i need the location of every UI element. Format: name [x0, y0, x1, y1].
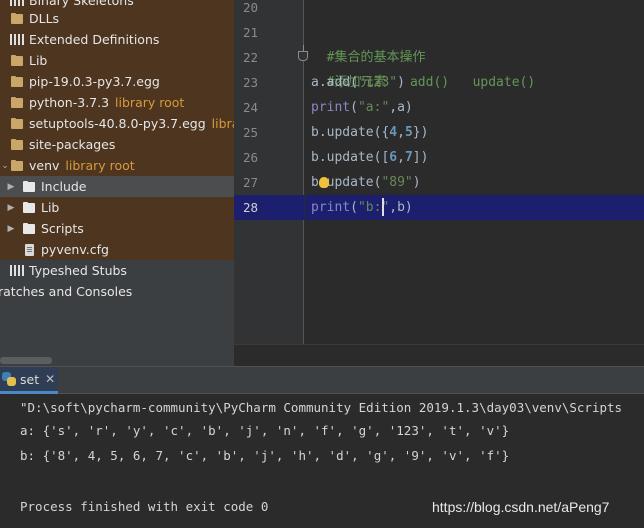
folder-icon [10, 138, 25, 151]
chevron-right-icon[interactable]: ▶ [6, 224, 16, 234]
folder-icon [10, 117, 25, 130]
tree-item-venv-lib[interactable]: ▶ Lib [0, 197, 234, 218]
close-icon[interactable]: ✕ [45, 372, 55, 386]
python-icon [2, 372, 16, 386]
tree-item-python-373[interactable]: python-3.7.3 library root [0, 92, 234, 113]
text-caret [382, 198, 384, 216]
number-literal: 4 [389, 125, 398, 140]
editor-bottom-strip [234, 344, 644, 366]
line-number: 22 [242, 50, 258, 65]
tree-item-pip-egg[interactable]: pip-19.0.3-py3.7.egg [0, 71, 234, 92]
code-line-23[interactable]: a.add("123") [311, 70, 405, 95]
tree-item-site-packages[interactable]: site-packages [0, 134, 234, 155]
project-tree: Binary Skeletons DLLs Extended Definitio… [0, 0, 234, 366]
library-root-tag: library r [211, 116, 234, 131]
folder-icon [10, 75, 25, 88]
code-line-28[interactable]: print("b:",b) [311, 195, 413, 220]
code-line-21[interactable]: #集合的基本操作 [311, 20, 426, 65]
builtin-print: print [311, 200, 351, 215]
tree-item-venv[interactable]: ⌄ venv library root [0, 155, 234, 176]
number-literal: 6 [389, 150, 398, 165]
code-line-25[interactable]: b.update({4,5}) [311, 120, 428, 145]
library-icon [10, 265, 25, 276]
string-literal: "89" [381, 175, 413, 190]
console-line: b: {'8', 4, 5, 6, 7, 'c', 'b', 'j', 'h',… [20, 448, 510, 463]
tree-item-include[interactable]: ▶ Include [0, 176, 234, 197]
library-root-tag: library root [65, 158, 135, 173]
line-number: 20 [242, 0, 258, 15]
code-line-22[interactable]: #添加元素 add() update() [311, 45, 536, 90]
library-icon [10, 34, 25, 45]
string-literal: "123" [357, 75, 398, 90]
line-number: 24 [242, 100, 258, 115]
tree-item-dlls[interactable]: DLLs [0, 8, 234, 29]
tree-item-typeshed-stubs[interactable]: Typeshed Stubs [0, 260, 234, 281]
line-number: 25 [242, 125, 258, 140]
tree-item-pyvenv-cfg[interactable]: pyvenv.cfg [0, 239, 234, 260]
number-literal: 5 [404, 125, 413, 140]
run-tool-window-header: set ✕ [0, 366, 644, 394]
console-line: a: {'s', 'r', 'y', 'c', 'b', 'j', 'n', '… [20, 423, 510, 438]
console-line: "D:\soft\pycharm-community\PyCharm Commu… [20, 400, 623, 415]
code-line-24[interactable]: print("a:",a) [311, 95, 413, 120]
library-root-tag: library root [115, 95, 185, 110]
line-number: 26 [242, 150, 258, 165]
library-icon [10, 0, 25, 6]
run-tab-label: set [20, 371, 40, 387]
fold-marker-icon[interactable] [298, 45, 308, 61]
folder-icon [10, 159, 25, 172]
folder-icon [22, 222, 37, 235]
folder-icon [10, 54, 25, 67]
tree-item-setuptools-egg[interactable]: setuptools-40.8.0-py3.7.egg library r [0, 113, 234, 134]
lightbulb-icon[interactable] [319, 177, 329, 188]
folder-icon [22, 201, 37, 214]
chevron-right-icon[interactable]: ▶ [6, 182, 16, 192]
string-literal: "a:" [357, 100, 390, 115]
folder-icon [22, 180, 37, 193]
file-icon [22, 243, 37, 256]
tree-scrollbar[interactable] [0, 357, 52, 364]
folder-icon [10, 96, 25, 109]
tree-item-scratches-consoles[interactable]: ratches and Consoles [0, 281, 232, 302]
line-number: 27 [242, 175, 258, 190]
console-line: Process finished with exit code 0 [20, 499, 269, 514]
tree-item-extended-definitions[interactable]: Extended Definitions [0, 29, 234, 50]
run-tab-set[interactable]: set ✕ [0, 367, 58, 394]
chevron-right-icon[interactable]: ▶ [6, 203, 16, 213]
line-number-current: 28 [242, 200, 258, 215]
line-number: 21 [242, 25, 258, 40]
tree-item-lib[interactable]: Lib [0, 50, 234, 71]
builtin-print: print [311, 100, 351, 115]
watermark: https://blog.csdn.net/aPeng7 [432, 499, 610, 515]
line-number: 23 [242, 75, 258, 90]
code-line-26[interactable]: b.update([6,7]) [311, 145, 428, 170]
tree-item-scripts[interactable]: ▶ Scripts [0, 218, 234, 239]
string-literal: "b:" [357, 200, 390, 215]
number-literal: 7 [404, 150, 413, 165]
chevron-down-icon[interactable]: ⌄ [0, 161, 10, 171]
folder-icon [10, 12, 25, 25]
